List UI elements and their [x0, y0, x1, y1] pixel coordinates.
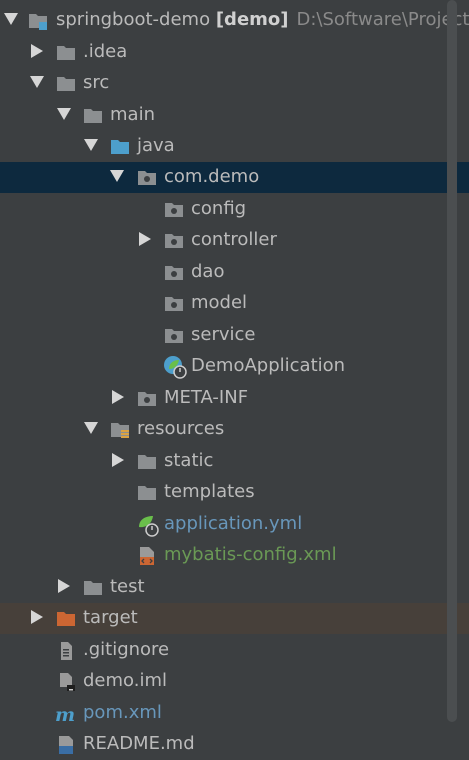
- tree-row-readme[interactable]: README.md: [0, 729, 469, 760]
- tree-row-src[interactable]: src: [0, 68, 469, 99]
- tree-label: model: [191, 292, 248, 313]
- tree-row-java[interactable]: java: [0, 131, 469, 162]
- module-folder-icon: [29, 14, 47, 30]
- tree-label: .gitignore: [83, 639, 170, 660]
- folder-icon: [57, 77, 75, 91]
- excluded-folder-icon: [57, 612, 75, 626]
- folder-icon: [84, 109, 102, 123]
- tree-label: README.md: [83, 733, 195, 754]
- expand-arrow-icon[interactable]: [110, 170, 124, 182]
- tree-label: static: [164, 450, 214, 471]
- package-icon: [138, 392, 156, 406]
- collapse-arrow-icon[interactable]: [112, 390, 124, 404]
- xml-file-icon: [140, 547, 154, 565]
- tree-row-static[interactable]: static: [0, 446, 469, 477]
- expand-arrow-icon[interactable]: [84, 422, 98, 434]
- module-file-icon: [60, 673, 75, 691]
- tree-label: target: [83, 607, 138, 628]
- tree-label: service: [191, 324, 256, 345]
- spring-config-file-icon: [139, 516, 159, 537]
- tree-row-dao[interactable]: dao: [0, 257, 469, 288]
- tree-row-templates[interactable]: templates: [0, 477, 469, 508]
- tree-row-resources[interactable]: resources: [0, 414, 469, 445]
- tree-label: mybatis-config.xml: [164, 544, 337, 565]
- package-icon: [165, 329, 183, 343]
- tree-label: pom.xml: [83, 702, 162, 723]
- tree-label: templates: [164, 481, 255, 502]
- tree-label: config: [191, 198, 247, 219]
- spring-boot-class-icon: [164, 356, 187, 379]
- tree-row-controller[interactable]: controller: [0, 225, 469, 256]
- resources-folder-icon: [111, 423, 129, 438]
- tree-label: test: [110, 576, 145, 597]
- tree-label: demo.iml: [83, 670, 167, 691]
- tree-row-idea[interactable]: .idea: [0, 37, 469, 68]
- tree-row-service[interactable]: service: [0, 320, 469, 351]
- tree-row-mybatis-config[interactable]: mybatis-config.xml: [0, 540, 469, 571]
- tree-row-target[interactable]: target: [0, 603, 469, 634]
- tree-label: src: [83, 72, 110, 93]
- expand-arrow-icon[interactable]: [84, 139, 98, 151]
- text-file-icon: [61, 642, 72, 660]
- tree-row-demo-iml[interactable]: demo.iml: [0, 666, 469, 697]
- package-icon: [165, 297, 183, 311]
- tree-row-application-yml[interactable]: application.yml: [0, 509, 469, 540]
- expand-arrow-icon[interactable]: [57, 108, 71, 120]
- expand-arrow-icon[interactable]: [30, 76, 44, 88]
- tree-row-test[interactable]: test: [0, 572, 469, 603]
- tree-label: DemoApplication: [191, 355, 346, 376]
- tree-row-config[interactable]: config: [0, 194, 469, 225]
- folder-icon: [57, 46, 75, 60]
- vertical-scrollbar[interactable]: [447, 0, 457, 722]
- collapse-arrow-icon[interactable]: [139, 232, 151, 246]
- tree-row-com-demo[interactable]: com.demo: [0, 162, 469, 193]
- tree-label: META-INF: [164, 387, 249, 408]
- tree-label: main: [110, 104, 155, 125]
- tree-row-gitignore[interactable]: .gitignore: [0, 635, 469, 666]
- package-icon: [138, 171, 156, 185]
- tree-row-pom-xml[interactable]: m pom.xml: [0, 698, 469, 729]
- tree-label: controller: [191, 229, 277, 250]
- tree-label: com.demo: [164, 166, 260, 187]
- tree-row-main[interactable]: main: [0, 100, 469, 131]
- tree-row-meta-inf[interactable]: META-INF: [0, 383, 469, 414]
- collapse-arrow-icon[interactable]: [112, 453, 124, 467]
- maven-icon: m: [55, 704, 75, 724]
- tree-row-project-root[interactable]: springboot-demo [demo] D:\Software\Projec…: [0, 5, 469, 36]
- project-name-label: springboot-demo [demo] D:\Software\Projec…: [56, 9, 469, 30]
- tree-label: application.yml: [164, 513, 303, 534]
- collapse-arrow-icon[interactable]: [58, 579, 70, 593]
- tree-label: dao: [191, 261, 225, 282]
- svg-text:m: m: [55, 704, 75, 724]
- collapse-arrow-icon[interactable]: [31, 610, 43, 624]
- markdown-file-icon: [59, 736, 73, 754]
- tree-label: java: [137, 135, 175, 156]
- package-icon: [165, 234, 183, 248]
- collapse-arrow-icon[interactable]: [31, 44, 43, 58]
- folder-icon: [138, 455, 156, 469]
- expand-arrow-icon[interactable]: [4, 13, 18, 25]
- folder-icon: [138, 486, 156, 500]
- package-icon: [165, 266, 183, 280]
- tree-label: resources: [137, 418, 225, 439]
- tree-row-demo-application[interactable]: DemoApplication: [0, 351, 469, 382]
- package-icon: [165, 203, 183, 217]
- tree-row-model[interactable]: model: [0, 288, 469, 319]
- folder-icon: [84, 581, 102, 595]
- tree-label: .idea: [83, 41, 128, 62]
- source-folder-icon: [111, 140, 129, 154]
